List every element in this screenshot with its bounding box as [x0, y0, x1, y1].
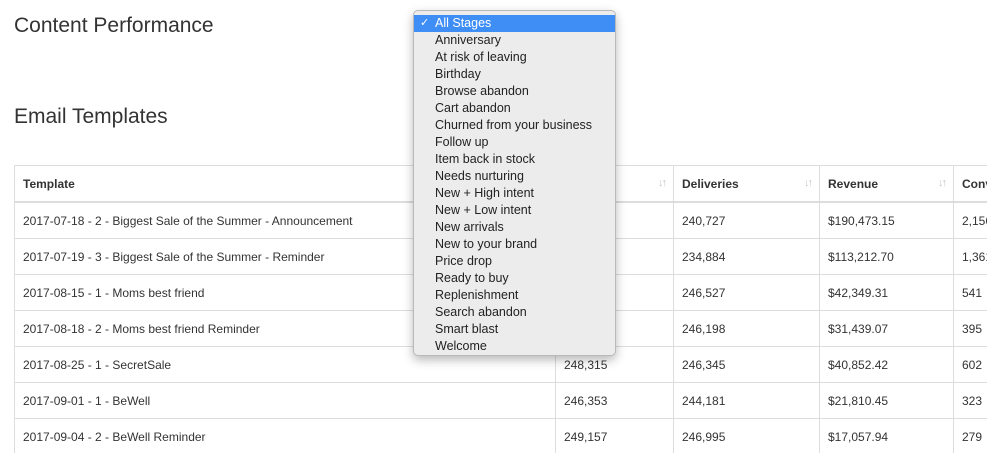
stage-option-new-low-intent[interactable]: New + Low intent — [414, 202, 615, 219]
cell-deliveries: 246,995 — [673, 418, 820, 453]
stage-select-dropdown[interactable]: ✓ All Stages Anniversary At risk of leav… — [413, 10, 616, 356]
column-header-conversions[interactable]: Conv — [953, 165, 987, 203]
cell-template: 2017-09-04 - 2 - BeWell Reminder — [14, 418, 556, 453]
option-label: New + High intent — [435, 186, 535, 200]
column-header-label: Revenue — [828, 176, 879, 191]
cell-template: 2017-09-01 - 1 - BeWell — [14, 382, 556, 419]
option-label: Search abandon — [435, 305, 527, 319]
stage-option-cart-abandon[interactable]: Cart abandon — [414, 100, 615, 117]
option-label: Cart abandon — [435, 101, 511, 115]
cell-revenue: $190,473.15 — [819, 201, 954, 239]
option-label: New to your brand — [435, 237, 538, 251]
option-label: Replenishment — [435, 288, 519, 302]
stage-option-churned[interactable]: Churned from your business — [414, 117, 615, 134]
cell-revenue: $17,057.94 — [819, 418, 954, 453]
sort-arrows-icon[interactable]: ↓↑ — [938, 177, 947, 189]
stage-option-birthday[interactable]: Birthday — [414, 66, 615, 83]
option-label: Follow up — [435, 135, 489, 149]
stage-option-ready-to-buy[interactable]: Ready to buy — [414, 270, 615, 287]
option-label: Browse abandon — [435, 84, 529, 98]
column-header-label: Deliveries — [682, 176, 739, 191]
cell-revenue: $42,349.31 — [819, 274, 954, 311]
cell-col2: 246,353 — [555, 382, 674, 419]
stage-option-new-arrivals[interactable]: New arrivals — [414, 219, 615, 236]
sort-arrows-icon[interactable]: ↓↑ — [658, 177, 667, 189]
stage-option-search-abandon[interactable]: Search abandon — [414, 304, 615, 321]
option-label: At risk of leaving — [435, 50, 527, 64]
cell-deliveries: 234,884 — [673, 238, 820, 275]
option-label: New arrivals — [435, 220, 504, 234]
sort-arrows-icon[interactable]: ↓↑ — [804, 177, 813, 189]
cell-conversions: 279 — [953, 418, 987, 453]
stage-option-at-risk-of-leaving[interactable]: At risk of leaving — [414, 49, 615, 66]
stage-option-replenishment[interactable]: Replenishment — [414, 287, 615, 304]
stage-option-browse-abandon[interactable]: Browse abandon — [414, 83, 615, 100]
stage-option-welcome[interactable]: Welcome — [414, 338, 615, 355]
option-label: Birthday — [435, 67, 481, 81]
stage-option-new-to-your-brand[interactable]: New to your brand — [414, 236, 615, 253]
cell-revenue: $113,212.70 — [819, 238, 954, 275]
stage-option-follow-up[interactable]: Follow up — [414, 134, 615, 151]
option-label: Smart blast — [435, 322, 499, 336]
cell-deliveries: 246,198 — [673, 310, 820, 347]
table-row[interactable]: 2017-09-01 - 1 - BeWell 246,353 244,181 … — [14, 382, 987, 419]
page-title: Content Performance — [14, 14, 214, 37]
stage-option-price-drop[interactable]: Price drop — [414, 253, 615, 270]
cell-col2: 249,157 — [555, 418, 674, 453]
option-label: All Stages — [435, 16, 492, 30]
option-label: Ready to buy — [435, 271, 509, 285]
cell-conversions: 602 — [953, 346, 987, 383]
section-title: Email Templates — [14, 105, 168, 128]
column-header-deliveries[interactable]: Deliveries ↓↑ — [673, 165, 820, 203]
option-label: Welcome — [435, 339, 487, 353]
stage-option-all-stages[interactable]: ✓ All Stages — [414, 15, 615, 32]
cell-deliveries: 246,527 — [673, 274, 820, 311]
cell-deliveries: 240,727 — [673, 201, 820, 239]
column-header-label: Template — [23, 176, 75, 191]
cell-conversions: 323 — [953, 382, 987, 419]
table-row[interactable]: 2017-09-04 - 2 - BeWell Reminder 249,157… — [14, 418, 987, 453]
option-label: Needs nurturing — [435, 169, 524, 183]
option-label: Price drop — [435, 254, 492, 268]
cell-conversions: 395 — [953, 310, 987, 347]
option-label: Anniversary — [435, 33, 501, 47]
stage-option-smart-blast[interactable]: Smart blast — [414, 321, 615, 338]
stage-option-needs-nurturing[interactable]: Needs nurturing — [414, 168, 615, 185]
column-header-label: Conv — [962, 176, 987, 191]
cell-conversions: 1,361 — [953, 238, 987, 275]
stage-option-anniversary[interactable]: Anniversary — [414, 32, 615, 49]
checkmark-icon: ✓ — [420, 17, 430, 29]
cell-revenue: $21,810.45 — [819, 382, 954, 419]
stage-option-item-back-in-stock[interactable]: Item back in stock — [414, 151, 615, 168]
cell-conversions: 541 — [953, 274, 987, 311]
cell-conversions: 2,156 — [953, 201, 987, 239]
stage-option-new-high-intent[interactable]: New + High intent — [414, 185, 615, 202]
cell-deliveries: 246,345 — [673, 346, 820, 383]
option-label: New + Low intent — [435, 203, 532, 217]
option-label: Item back in stock — [435, 152, 536, 166]
column-header-revenue[interactable]: Revenue ↓↑ — [819, 165, 954, 203]
cell-revenue: $40,852.42 — [819, 346, 954, 383]
cell-deliveries: 244,181 — [673, 382, 820, 419]
option-label: Churned from your business — [435, 118, 593, 132]
cell-revenue: $31,439.07 — [819, 310, 954, 347]
